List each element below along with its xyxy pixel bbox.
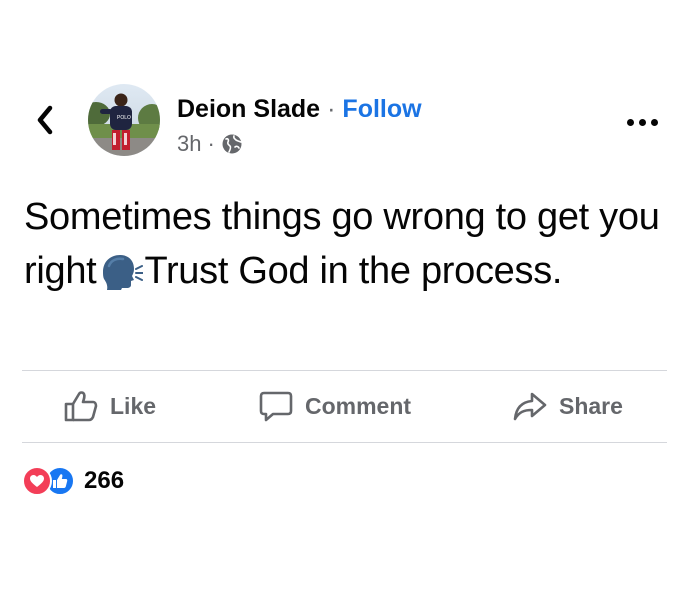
comment-label: Comment — [305, 392, 412, 419]
post-timestamp[interactable]: 3h — [177, 131, 201, 157]
comment-button[interactable]: Comment — [259, 371, 411, 441]
reaction-count: 266 — [84, 467, 125, 494]
like-button[interactable]: Like — [64, 371, 156, 441]
meta-separator: · — [207, 131, 215, 156]
comment-bubble-icon — [259, 391, 293, 422]
back-button[interactable] — [28, 100, 62, 140]
avatar-shirt-text: POLO — [117, 115, 131, 121]
globe-icon — [222, 134, 242, 154]
profile-photo: POLO — [88, 84, 160, 156]
love-reaction-icon — [22, 466, 52, 496]
actions-bottom-divider — [22, 442, 667, 443]
name-separator: · — [327, 95, 336, 123]
share-button[interactable]: Share — [513, 371, 623, 441]
action-bar: Like Comment Share — [22, 371, 667, 441]
post-header: Deion Slade · Follow — [177, 94, 422, 124]
thumbs-up-icon — [64, 391, 98, 422]
like-label: Like — [110, 392, 157, 419]
more-horizontal-icon-dot — [638, 118, 646, 126]
follow-link[interactable]: Follow — [342, 94, 421, 124]
more-horizontal-icon-dot — [650, 118, 658, 126]
more-options-button[interactable] — [622, 112, 662, 132]
author-name[interactable]: Deion Slade — [177, 94, 320, 124]
share-arrow-icon — [513, 392, 547, 421]
post-text-after: Trust God in the process. — [144, 250, 563, 292]
more-horizontal-icon — [626, 118, 634, 126]
post-text: Sometimes things go wrong to get you rig… — [24, 190, 674, 298]
share-label: Share — [559, 392, 623, 419]
speaking-head-icon — [103, 255, 144, 290]
avatar[interactable]: POLO — [88, 84, 160, 156]
post-meta: 3h · — [177, 131, 243, 157]
reactions-summary[interactable]: 266 — [22, 466, 124, 496]
chevron-left-icon — [37, 105, 53, 135]
